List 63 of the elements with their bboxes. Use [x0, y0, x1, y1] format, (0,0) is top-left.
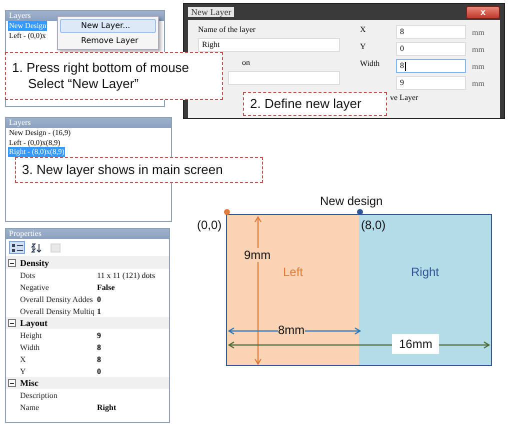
property-value: Right [96, 402, 116, 412]
region-label: Left [282, 265, 303, 279]
dimension-label: 9mm [244, 248, 271, 262]
panel-title: Layers [6, 118, 171, 128]
property-name: Negative [20, 282, 50, 292]
number-field[interactable]: 8 [396, 25, 466, 39]
property-value: 0 [96, 366, 101, 376]
toolbar-button[interactable] [9, 241, 25, 254]
coordinate-label: (8,0) [361, 218, 386, 232]
property-value: 0 [96, 294, 101, 304]
property-name: Width [20, 342, 41, 352]
dialog-title: New Layer [188, 7, 234, 17]
unit-label: mm [471, 62, 486, 70]
field-label: Width [360, 59, 381, 69]
property-name: Dots [20, 270, 36, 280]
collapse-icon[interactable] [8, 379, 16, 387]
property-value: 11 x 11 (121) dots [96, 270, 156, 280]
field-label: X [360, 25, 367, 35]
field-label: Y [360, 42, 367, 52]
dimension-label: 8mm [278, 323, 305, 337]
toolbar-button[interactable] [28, 241, 44, 254]
checkbox-label: ve Layer [390, 93, 418, 103]
category-label: Misc [20, 378, 38, 388]
property-name: X [20, 354, 27, 364]
unit-label: mm [471, 44, 486, 54]
property-pages-icon [50, 242, 60, 252]
number-field[interactable]: 9 [396, 76, 466, 90]
callout-text: 2. Define new layer [250, 96, 362, 112]
number-field[interactable]: 8 [396, 59, 466, 73]
dimension-label: 16mm [392, 334, 440, 354]
region-label: Right [410, 265, 439, 279]
unit-label: mm [471, 78, 486, 88]
collapse-icon[interactable] [8, 319, 16, 327]
menu-item[interactable]: Remove Layer [60, 34, 156, 48]
panel-title: Properties [6, 229, 169, 239]
category-label: Layout [20, 318, 48, 328]
property-name: Description [20, 390, 58, 400]
property-value: 1 [96, 306, 101, 316]
property-name: Overall Density Addes [20, 294, 94, 304]
collapse-icon[interactable] [8, 259, 16, 267]
property-name: Height [20, 330, 43, 340]
callout-text: 3. New layer shows in main screen [22, 162, 224, 178]
category-label: Density [20, 258, 49, 268]
property-value: 9 [96, 330, 101, 340]
property-value: 8 [96, 354, 101, 364]
name-field[interactable]: Right [198, 38, 340, 52]
unit-label: mm [471, 28, 486, 36]
description-field[interactable] [228, 71, 340, 85]
callout-text: 1. Press right bottom of mouse [12, 60, 190, 76]
property-value: False [96, 282, 115, 292]
callout-text: Select “New Layer” [27, 76, 140, 92]
coordinate-label: (0,0) [197, 218, 222, 232]
close-button[interactable]: x [466, 6, 500, 18]
number-field[interactable]: 0 [396, 42, 466, 56]
property-name: Name [20, 402, 40, 412]
field-label: on [242, 58, 250, 68]
categorized-icon [12, 242, 22, 252]
menu-item[interactable]: New Layer... [60, 19, 156, 33]
property-value: 8 [96, 342, 101, 352]
property-name: Y [20, 366, 27, 376]
field-label: Name of the layer [198, 25, 256, 35]
sort-icon [30, 242, 42, 252]
diagram-title: New design [320, 194, 383, 208]
